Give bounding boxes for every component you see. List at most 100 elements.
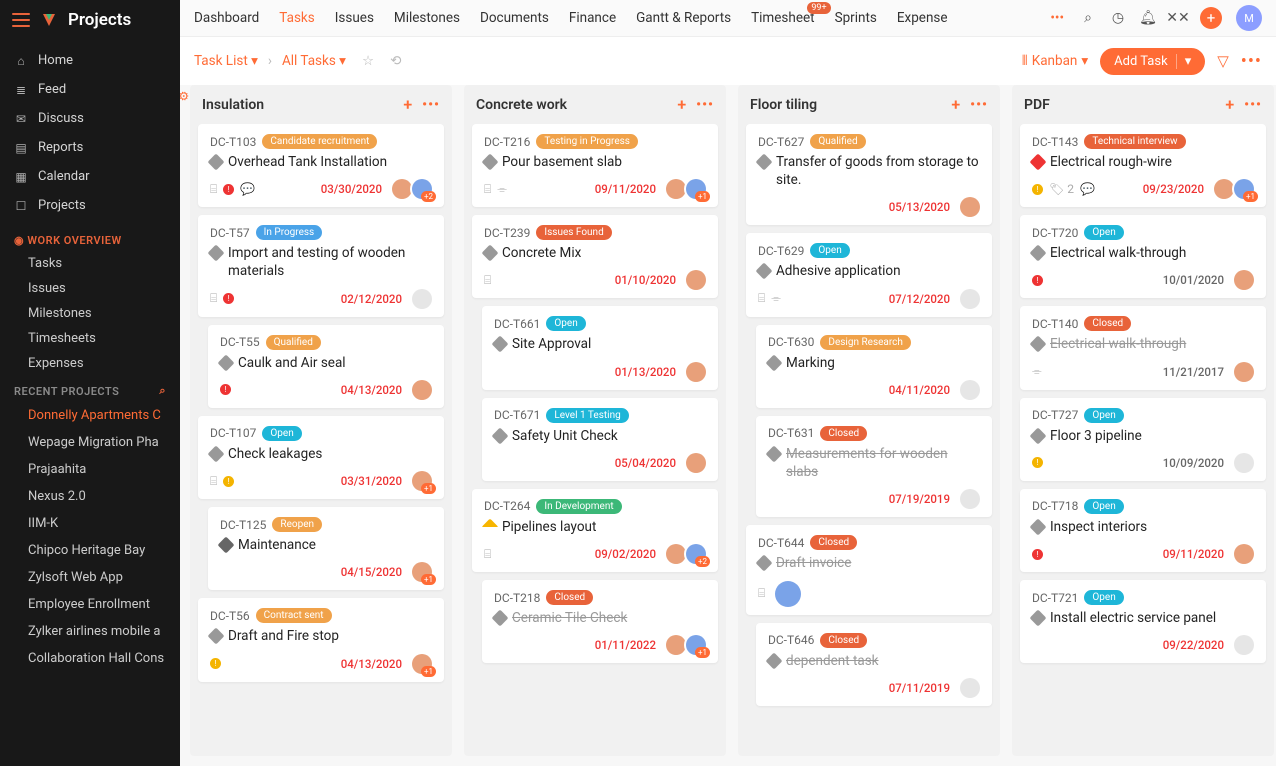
chevron-down-icon[interactable]: ▾ — [1176, 54, 1192, 69]
project-item[interactable]: Donnelly Apartments C — [0, 402, 180, 429]
add-task-button[interactable]: Add Task▾ — [1100, 48, 1205, 75]
card-title-row: Transfer of goods from storage to site. — [758, 153, 980, 189]
assignee-avatar — [686, 179, 706, 199]
task-card[interactable]: DC-T671 Level 1 Testing Safety Unit Chec… — [482, 398, 718, 481]
topnav-finance[interactable]: Finance — [569, 10, 616, 26]
task-card[interactable]: DC-T631 Closed Measurements for wooden s… — [756, 416, 992, 517]
project-item[interactable]: Prajaahita — [0, 456, 180, 483]
hamburger-icon[interactable] — [12, 13, 30, 27]
topnav-dashboard[interactable]: Dashboard — [194, 10, 259, 26]
project-item[interactable]: IIM-K — [0, 510, 180, 537]
column-more-icon[interactable]: ••• — [422, 97, 440, 113]
topnav-gantt-reports[interactable]: Gantt & Reports — [636, 10, 731, 26]
bc-alltasks[interactable]: All Tasks ▾ — [282, 53, 346, 69]
task-card[interactable]: DC-T57 In Progress Import and testing of… — [198, 215, 444, 316]
work-item-timesheets[interactable]: Timesheets — [0, 326, 180, 351]
task-card[interactable]: DC-T644 Closed Draft invoice ⌸ — [746, 525, 992, 614]
project-item[interactable]: Nexus 2.0 — [0, 483, 180, 510]
card-header: DC-T627 Qualified — [758, 134, 980, 149]
work-item-expenses[interactable]: Expenses — [0, 351, 180, 376]
add-card-icon[interactable]: + — [677, 95, 686, 114]
card-title: Check leakages — [228, 445, 322, 463]
add-card-icon[interactable]: + — [1225, 95, 1234, 114]
task-card[interactable]: DC-T218 Closed Ceramic Tile Check 01/11/… — [482, 580, 718, 663]
project-item[interactable]: Collaboration Hall Cons — [0, 645, 180, 672]
work-overview-list: TasksIssuesMilestonesTimesheetsExpenses — [0, 251, 180, 376]
card-id: DC-T103 — [210, 135, 256, 149]
card-footer: !🏷 2💬 09/23/2020 — [1032, 179, 1254, 199]
global-add-button[interactable]: + — [1200, 7, 1222, 29]
view-selector[interactable]: ⦀ Kanban ▾ — [1022, 53, 1088, 69]
topnav-issues[interactable]: Issues — [335, 10, 374, 26]
project-item[interactable]: Wepage Migration Pha — [0, 429, 180, 456]
card-title-row: Overhead Tank Installation — [210, 153, 432, 171]
timer-icon[interactable]: ◷ — [1110, 10, 1126, 26]
add-card-icon[interactable]: + — [951, 95, 960, 114]
column-more-icon[interactable]: ••• — [1244, 97, 1262, 113]
star-icon[interactable]: ☆ — [362, 53, 374, 69]
task-card[interactable]: DC-T627 Qualified Transfer of goods from… — [746, 124, 992, 225]
filter-icon[interactable]: ▽ — [1217, 52, 1229, 70]
search-icon[interactable]: ⌕ — [1080, 10, 1096, 26]
sidebar-item-projects[interactable]: ☐Projects — [0, 191, 180, 220]
work-item-tasks[interactable]: Tasks — [0, 251, 180, 276]
add-card-icon[interactable]: + — [403, 95, 412, 114]
task-card[interactable]: DC-T55 Qualified Caulk and Air seal ! 04… — [208, 325, 444, 408]
board-settings-icon[interactable]: ⚙ — [180, 91, 190, 102]
tools-icon[interactable]: ✕✕ — [1170, 10, 1186, 26]
task-card[interactable]: DC-T721 Open Install electric service pa… — [1020, 580, 1266, 663]
sidebar-item-feed[interactable]: ≣Feed — [0, 75, 180, 104]
work-item-milestones[interactable]: Milestones — [0, 301, 180, 326]
card-date: 05/13/2020 — [889, 200, 950, 214]
user-avatar[interactable]: M — [1236, 5, 1262, 31]
task-card[interactable]: DC-T143 Technical interview Electrical r… — [1020, 124, 1266, 207]
task-card[interactable]: DC-T630 Design Research Marking 04/11/20… — [756, 325, 992, 408]
card-header: DC-T720 Open — [1032, 225, 1254, 240]
task-card[interactable]: DC-T720 Open Electrical walk-through ! 1… — [1020, 215, 1266, 298]
card-title-row: Import and testing of wooden materials — [210, 244, 432, 280]
task-card[interactable]: DC-T661 Open Site Approval 01/13/2020 — [482, 306, 718, 389]
work-item-issues[interactable]: Issues — [0, 276, 180, 301]
sidebar-item-home[interactable]: ⌂Home — [0, 46, 180, 75]
task-card[interactable]: DC-T107 Open Check leakages ⌸! 03/31/202… — [198, 416, 444, 499]
chevron-right-icon: › — [268, 53, 272, 69]
task-card[interactable]: DC-T103 Candidate recruitment Overhead T… — [198, 124, 444, 207]
search-icon[interactable]: ⌕ — [159, 384, 166, 398]
topnav-documents[interactable]: Documents — [480, 10, 549, 26]
topnav-expense[interactable]: Expense — [897, 10, 948, 26]
column-more-icon[interactable]: ••• — [970, 97, 988, 113]
bell-icon[interactable]: 🔔︎ — [1140, 10, 1156, 26]
task-card[interactable]: DC-T718 Open Inspect interiors ! 09/11/2… — [1020, 489, 1266, 572]
project-item[interactable]: Zylsoft Web App — [0, 564, 180, 591]
work-overview-header[interactable]: ◉ WORK OVERVIEW — [0, 226, 180, 251]
topnav-sprints[interactable]: Sprints — [835, 10, 877, 26]
refresh-icon[interactable]: ⟲ — [390, 53, 401, 69]
task-card[interactable]: DC-T629 Open Adhesive application ⌸⌯ 07/… — [746, 233, 992, 316]
task-card[interactable]: DC-T125 Reopen Maintenance 04/15/2020 — [208, 507, 444, 590]
project-item[interactable]: Zylker airlines mobile a — [0, 618, 180, 645]
sidebar-item-calendar[interactable]: ▦Calendar — [0, 162, 180, 191]
task-card[interactable]: DC-T56 Contract sent Draft and Fire stop… — [198, 598, 444, 681]
task-card[interactable]: DC-T646 Closed dependent task 07/11/2019 — [756, 623, 992, 706]
topnav-milestones[interactable]: Milestones — [394, 10, 460, 26]
column-more-icon[interactable]: ••• — [696, 97, 714, 113]
bc-tasklist[interactable]: Task List ▾ — [194, 53, 258, 69]
task-card[interactable]: DC-T264 In Development Pipelines layout … — [472, 489, 718, 572]
kanban-column: PDF+••• DC-T143 Technical interview Elec… — [1012, 85, 1274, 756]
task-card[interactable]: DC-T140 Closed Electrical walk-through ⌯… — [1020, 306, 1266, 389]
task-card[interactable]: DC-T216 Testing in Progress Pour basemen… — [472, 124, 718, 207]
topnav-tasks[interactable]: Tasks — [279, 10, 314, 26]
topnav-timesheet[interactable]: Timesheet99+ — [751, 10, 814, 26]
project-item[interactable]: Employee Enrollment — [0, 591, 180, 618]
more-icon[interactable]: ••• — [1241, 51, 1262, 72]
task-card[interactable]: DC-T727 Open Floor 3 pipeline ! 10/09/20… — [1020, 398, 1266, 481]
card-footer: ! 10/09/2020 — [1032, 453, 1254, 473]
sidebar-item-discuss[interactable]: ✉Discuss — [0, 104, 180, 133]
sidebar-item-reports[interactable]: ▤Reports — [0, 133, 180, 162]
status-badge: Closed — [810, 535, 857, 550]
project-item[interactable]: Chipco Heritage Bay — [0, 537, 180, 564]
card-footer: ⌸!💬 03/30/2020 — [210, 179, 432, 199]
task-card[interactable]: DC-T239 Issues Found Concrete Mix ⌸ 01/1… — [472, 215, 718, 298]
card-header: DC-T56 Contract sent — [210, 608, 432, 623]
topnav-more[interactable]: ••• — [1050, 10, 1064, 26]
